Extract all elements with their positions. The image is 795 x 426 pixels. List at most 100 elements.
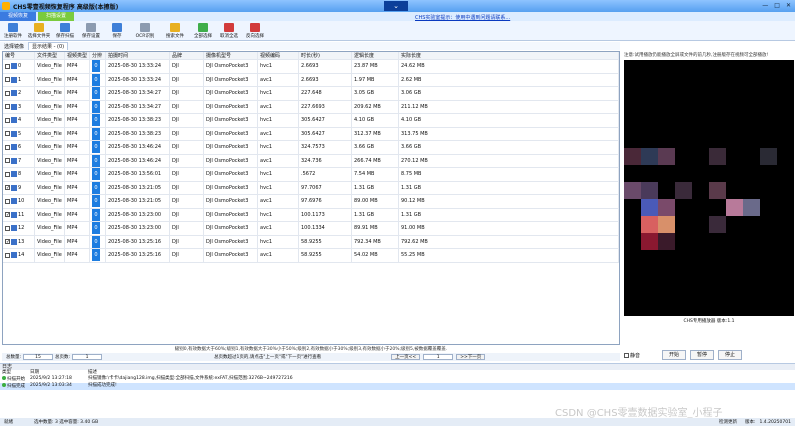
- table-row[interactable]: 5 Video_File MP4 0 2025-08-30 13:38:23 DJI DJI…: [3, 127, 619, 141]
- column-header[interactable]: 视频编码: [258, 52, 299, 59]
- table-row[interactable]: 12 Video_File MP4 0 2025-08-30 13:23:00 DJI DJ…: [3, 222, 619, 236]
- row-checkbox[interactable]: [5, 171, 10, 177]
- column-header[interactable]: 编号: [3, 52, 35, 59]
- log-row[interactable]: 扫描完成 2025/9/2 13:03:34 扫描成功完成!: [0, 383, 795, 390]
- page-input[interactable]: 1: [423, 354, 454, 360]
- level-badge: 0: [92, 181, 100, 194]
- toolbar-button-4[interactable]: 保存: [104, 21, 130, 41]
- table-row[interactable]: 14 Video_File MP4 0 2025-08-30 13:25:16 DJI DJ…: [3, 249, 619, 263]
- column-header[interactable]: 摄像机型号: [204, 52, 258, 59]
- row-checkbox[interactable]: [5, 63, 10, 69]
- row-checkbox[interactable]: [5, 158, 10, 164]
- prev-page-button[interactable]: 上一页<<: [391, 354, 421, 360]
- cell-vtype: MP4: [65, 100, 90, 113]
- toolbar-button-0[interactable]: 注册软件: [0, 21, 26, 41]
- column-header[interactable]: 拍摄时间: [106, 52, 170, 59]
- row-id-cell: 7: [3, 154, 35, 167]
- row-checkbox[interactable]: [5, 90, 10, 96]
- row-checkbox[interactable]: ✓: [5, 212, 10, 218]
- update-link[interactable]: 检测更新: [719, 419, 737, 425]
- cell-time: 2025-08-30 13:34:27: [106, 100, 170, 113]
- cell-logical: 89.91 MB: [352, 222, 399, 235]
- toolbar-button-8[interactable]: 取消全选: [216, 21, 242, 41]
- row-checkbox[interactable]: [5, 131, 10, 137]
- column-header[interactable]: 视频类型: [65, 52, 90, 59]
- minimize-button[interactable]: —: [762, 2, 768, 9]
- tab-show-results[interactable]: 显示结果 - (0): [28, 42, 69, 50]
- tab-video-recovery[interactable]: 视频恢复: [0, 12, 37, 21]
- column-header[interactable]: 文件类型: [35, 52, 65, 59]
- toolbar-button-7[interactable]: 全部选择: [190, 21, 216, 41]
- toolbar-button-3[interactable]: 保存设置: [78, 21, 104, 41]
- toolbar-button-1[interactable]: 选择文件夹: [26, 21, 52, 41]
- menu-tabs: 视频恢复 扫描设置: [0, 12, 795, 21]
- cell-ftype: Video_File: [35, 249, 65, 262]
- row-checkbox[interactable]: [5, 144, 10, 150]
- tab-scan-settings[interactable]: 扫描设置: [38, 12, 75, 21]
- table-row[interactable]: ✓ 11 Video_File MP4 0 2025-08-30 13:23:00 DJI D…: [3, 208, 619, 222]
- toolbar-button-5[interactable]: OCR识别: [130, 21, 160, 41]
- table-row[interactable]: 8 Video_File MP4 0 2025-08-30 13:56:01 DJI DJI…: [3, 168, 619, 182]
- column-header[interactable]: 分辨: [90, 52, 106, 59]
- toolbar-button-6[interactable]: 搜索文件: [160, 21, 190, 41]
- cell-codec: hvc1: [258, 181, 299, 194]
- row-checkbox[interactable]: [5, 198, 10, 204]
- chevron-down-icon[interactable]: ⌄: [384, 1, 408, 11]
- search-icon: [170, 23, 180, 32]
- table-row[interactable]: ✓ 9 Video_File MP4 0 2025-08-30 13:21:05 DJI DJ…: [3, 181, 619, 195]
- video-file-icon: [11, 76, 17, 83]
- cell-codec: avc1: [258, 100, 299, 113]
- pause-button[interactable]: 暂停: [690, 350, 715, 360]
- toolbar-label: 取消全选: [220, 34, 238, 39]
- row-checkbox[interactable]: [5, 252, 10, 258]
- stop-button[interactable]: 停止: [718, 350, 743, 360]
- row-checkbox[interactable]: [5, 77, 10, 83]
- column-header[interactable]: 实际长度: [399, 52, 619, 59]
- cell-ftype: Video_File: [35, 235, 65, 248]
- log-row[interactable]: 扫描开始 2025/9/2 13:27:18 扫描镜像:\卡卡\dajiang1…: [0, 376, 795, 383]
- table-row[interactable]: 4 Video_File MP4 0 2025-08-30 13:38:23 DJI DJI…: [3, 114, 619, 128]
- notice-link[interactable]: CHS实验室提示：使用中遇到问题请联系...: [415, 14, 510, 21]
- video-file-icon: [11, 171, 17, 178]
- level-cell: 0: [90, 141, 106, 154]
- cell-time: 2025-08-30 13:34:27: [106, 87, 170, 100]
- row-checkbox[interactable]: ✓: [5, 185, 10, 191]
- table-row[interactable]: 0 Video_File MP4 0 2025-08-30 13:33:24 DJI DJI…: [3, 60, 619, 74]
- column-header[interactable]: 逻辑长度: [352, 52, 399, 59]
- video-file-icon: [11, 184, 17, 191]
- video-preview[interactable]: [624, 60, 794, 316]
- row-id-cell: 3: [3, 100, 35, 113]
- table-row[interactable]: 2 Video_File MP4 0 2025-08-30 13:34:27 DJI DJI…: [3, 87, 619, 101]
- cell-brand: DJI: [170, 249, 204, 262]
- table-row[interactable]: 1 Video_File MP4 0 2025-08-30 13:33:24 DJI DJI…: [3, 73, 619, 87]
- tab-select-image[interactable]: 选择镜像: [1, 43, 27, 50]
- table-row[interactable]: 10 Video_File MP4 0 2025-08-30 13:21:05 DJI DJ…: [3, 195, 619, 209]
- cell-ftype: Video_File: [35, 168, 65, 181]
- table-row[interactable]: ✓ 13 Video_File MP4 0 2025-08-30 13:25:16 DJI D…: [3, 235, 619, 249]
- level-badge: 0: [92, 168, 100, 181]
- level-badge: 0: [92, 195, 100, 208]
- app-icon: [2, 2, 10, 10]
- row-checkbox[interactable]: [5, 104, 10, 110]
- row-checkbox[interactable]: [5, 117, 10, 123]
- row-id: 3: [18, 103, 22, 110]
- next-page-button[interactable]: >>下一页: [456, 354, 486, 360]
- column-header[interactable]: 时长(秒): [299, 52, 352, 59]
- table-row[interactable]: 6 Video_File MP4 0 2025-08-30 13:46:24 DJI DJI…: [3, 141, 619, 155]
- row-checkbox[interactable]: ✓: [5, 239, 10, 245]
- cell-actual: 91.00 MB: [399, 222, 619, 235]
- close-button[interactable]: ✕: [786, 2, 791, 9]
- mute-checkbox[interactable]: [624, 352, 629, 358]
- table-header: 编号 文件类型 视频类型 分辨 拍摄时间 品牌 摄像机型号 视频编码 时长(秒) 逻辑长度 实际长度: [3, 52, 619, 60]
- cell-time: 2025-08-30 13:25:16: [106, 235, 170, 248]
- maximize-button[interactable]: □: [774, 2, 780, 9]
- play-button[interactable]: 开始: [662, 350, 687, 360]
- toolbar-button-9[interactable]: 反向选择: [242, 21, 268, 41]
- sub-tabs: 选择镜像 显示结果 - (0): [0, 42, 620, 50]
- toolbar-button-2[interactable]: 保存扫描: [52, 21, 78, 41]
- cell-codec: avc1: [258, 154, 299, 167]
- row-checkbox[interactable]: [5, 225, 10, 231]
- table-row[interactable]: 7 Video_File MP4 0 2025-08-30 13:46:24 DJI DJI…: [3, 154, 619, 168]
- table-row[interactable]: 3 Video_File MP4 0 2025-08-30 13:34:27 DJI DJI…: [3, 100, 619, 114]
- column-header[interactable]: 品牌: [170, 52, 204, 59]
